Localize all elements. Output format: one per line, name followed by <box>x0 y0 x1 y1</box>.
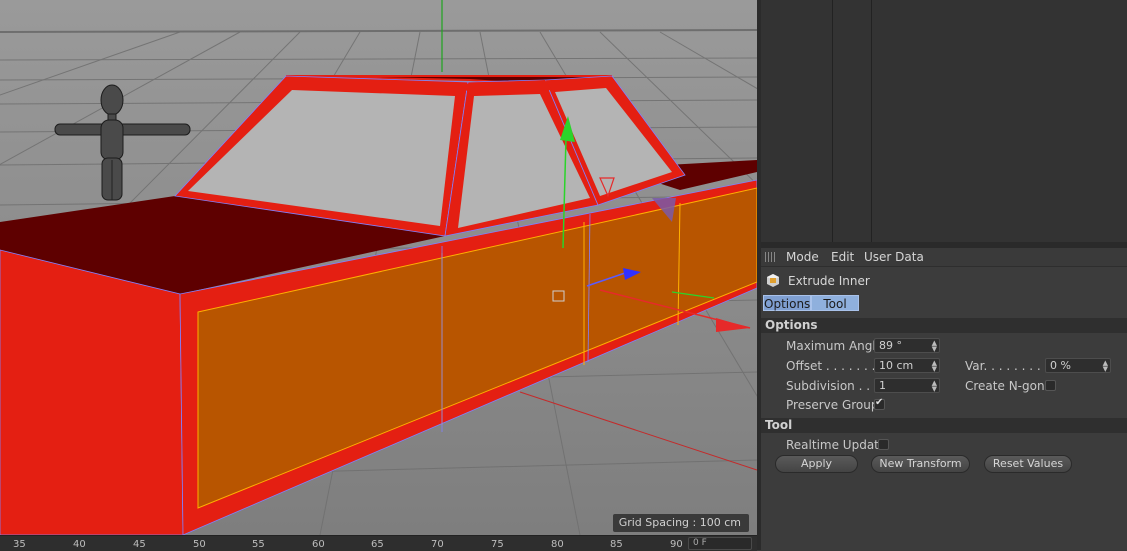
timeline-tick-label: 65 <box>371 539 384 550</box>
current-frame-field[interactable]: 0 F <box>688 537 752 550</box>
extrude-inner-icon <box>767 274 779 287</box>
3d-viewport[interactable]: Grid Spacing : 100 cm <box>0 0 757 535</box>
new-transform-button[interactable]: New Transform <box>871 455 970 473</box>
maximum-angle-field[interactable]: 89 ° ▲ ▼ <box>874 338 940 353</box>
timeline-ruler[interactable]: 35 40 45 50 55 60 65 70 75 80 85 90 <box>0 535 757 551</box>
spinner-icon[interactable]: ▲ ▼ <box>932 360 937 373</box>
timeline-tick-label: 90 <box>670 539 683 550</box>
menu-user-data[interactable]: User Data <box>864 250 924 264</box>
realtime-update-label: Realtime Update <box>786 438 887 452</box>
variation-value: 0 % <box>1050 359 1071 372</box>
create-ngons-checkbox[interactable] <box>1045 380 1056 391</box>
preserve-groups-checkbox[interactable] <box>874 397 885 410</box>
timeline-tick-label: 75 <box>491 539 504 550</box>
spinner-icon[interactable]: ▲ ▼ <box>1103 360 1108 373</box>
offset-label: Offset . . . . . . . . <box>786 359 884 373</box>
subdivision-field[interactable]: 1 ▲ ▼ <box>874 378 940 393</box>
preserve-groups-label: Preserve Groups <box>786 398 885 412</box>
timeline-tick-label: 45 <box>133 539 146 550</box>
tool-section-heading[interactable]: Tool <box>761 418 1127 433</box>
attribute-menu-bar: Mode Edit User Data <box>761 248 1127 267</box>
timeline-tick-label: 85 <box>610 539 623 550</box>
reset-values-button[interactable]: Reset Values <box>984 455 1072 473</box>
realtime-update-checkbox[interactable] <box>878 439 889 450</box>
column-divider <box>832 0 833 242</box>
attribute-manager-panel: Mode Edit User Data Extrude Inner Option… <box>761 248 1127 550</box>
offset-value: 10 cm <box>879 359 914 372</box>
timeline-tick-label: 60 <box>312 539 325 550</box>
timeline-tick-label: 80 <box>551 539 564 550</box>
variation-field[interactable]: 0 % ▲ ▼ <box>1045 358 1111 373</box>
subdivision-label: Subdivision . . . . <box>786 379 886 393</box>
menu-edit[interactable]: Edit <box>831 250 854 264</box>
spinner-icon[interactable]: ▲ ▼ <box>932 340 937 353</box>
panel-grip-icon[interactable] <box>765 252 777 262</box>
grid-spacing-label: Grid Spacing : 100 cm <box>612 514 749 532</box>
subdivision-value: 1 <box>879 379 886 392</box>
object-manager-panel[interactable] <box>761 0 1127 242</box>
timeline-tick-label: 40 <box>73 539 86 550</box>
timeline-tick-label: 35 <box>13 539 26 550</box>
apply-button[interactable]: Apply <box>775 455 858 473</box>
menu-mode[interactable]: Mode <box>786 250 819 264</box>
timeline-tick-label: 55 <box>252 539 265 550</box>
object-title-row: Extrude Inner <box>761 272 1127 292</box>
options-section-heading[interactable]: Options <box>761 318 1127 333</box>
object-title: Extrude Inner <box>788 274 870 288</box>
variation-label: Var. . . . . . . . . . <box>965 359 1056 373</box>
tab-tool[interactable]: Tool <box>811 295 859 311</box>
tab-options[interactable]: Options <box>763 295 811 311</box>
create-ngons-label: Create N-gons <box>965 379 1051 393</box>
maximum-angle-value: 89 ° <box>879 339 902 352</box>
column-divider <box>871 0 872 242</box>
offset-field[interactable]: 10 cm ▲ ▼ <box>874 358 940 373</box>
maximum-angle-label: Maximum Angle <box>786 339 884 353</box>
viewport-scene <box>0 0 757 535</box>
spinner-icon[interactable]: ▲ ▼ <box>932 380 937 393</box>
timeline-tick-label: 50 <box>193 539 206 550</box>
timeline-tick-label: 70 <box>431 539 444 550</box>
